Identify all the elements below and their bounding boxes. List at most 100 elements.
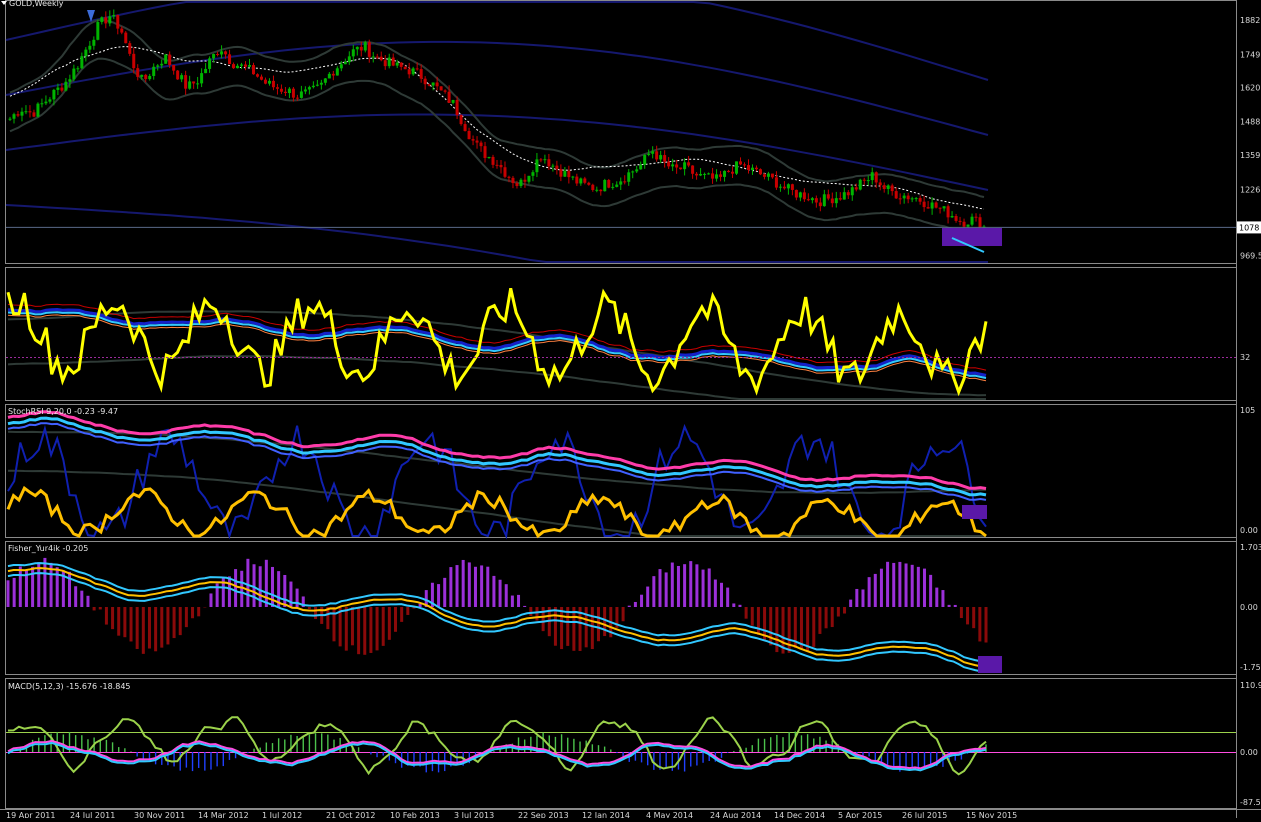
candle-body xyxy=(707,173,710,174)
orange-line xyxy=(8,488,986,536)
main-price-panel[interactable] xyxy=(1,1,1236,262)
histogram-bar xyxy=(529,607,532,616)
stochrsi-panel[interactable] xyxy=(8,412,987,536)
candle-body xyxy=(647,154,650,155)
candle-body xyxy=(120,29,123,33)
macd-histogram-bar xyxy=(223,752,224,766)
candle-body xyxy=(300,91,303,97)
price-tick-label: 969.5 xyxy=(1240,251,1261,260)
histogram-bar xyxy=(148,607,151,649)
macd-histogram-bar xyxy=(782,737,783,752)
candle-body xyxy=(188,81,191,88)
candle-body xyxy=(559,169,562,177)
candle-body xyxy=(452,100,455,103)
candle-body xyxy=(436,82,439,86)
candle-body xyxy=(927,207,930,208)
histogram-bar xyxy=(99,607,102,609)
chart-svg[interactable]: 188217491620148813591226969.51078321050.… xyxy=(0,0,1261,818)
candle-body xyxy=(64,82,67,91)
candle-body xyxy=(771,174,774,178)
candle-body xyxy=(184,75,187,89)
histogram-bar xyxy=(74,586,77,607)
macd-panel[interactable] xyxy=(6,717,1236,774)
candle-body xyxy=(503,167,506,177)
candle-body xyxy=(699,174,702,175)
price-tick-label: 1226 xyxy=(1240,185,1260,194)
candle-body xyxy=(152,67,155,76)
fisher-panel[interactable] xyxy=(7,558,1003,673)
bollinger-band-line xyxy=(10,20,984,197)
candle-body xyxy=(60,88,63,91)
candle-body xyxy=(344,62,347,64)
candle-body xyxy=(368,42,371,57)
candle-body xyxy=(735,161,738,173)
macd-histogram-bar xyxy=(672,752,673,771)
candle-body xyxy=(779,187,782,188)
time-tick-label: 22 Sep 2013 xyxy=(518,811,569,818)
candle-body xyxy=(723,171,726,177)
candle-body xyxy=(959,221,962,222)
candle-body xyxy=(567,171,570,177)
candle-body xyxy=(280,89,283,92)
candle-body xyxy=(531,172,534,176)
candle-body xyxy=(348,56,351,62)
candle-body xyxy=(408,69,411,74)
histogram-bar xyxy=(535,607,538,621)
candle-body xyxy=(460,115,463,124)
candle-body xyxy=(543,159,546,160)
candle-body xyxy=(496,165,499,166)
candle-body xyxy=(871,172,874,180)
candle-body xyxy=(224,51,227,54)
histogram-bar xyxy=(923,569,926,607)
histogram-bar xyxy=(892,563,895,607)
candle-body xyxy=(356,47,359,49)
candle-body xyxy=(975,217,978,218)
candle-body xyxy=(148,76,151,79)
oscillator-panel[interactable] xyxy=(6,288,1236,399)
candle-body xyxy=(823,194,826,206)
candle-body xyxy=(484,146,487,158)
histogram-bar xyxy=(456,565,459,607)
candle-body xyxy=(799,192,802,197)
candle-body xyxy=(364,42,367,50)
candle-body xyxy=(52,90,55,99)
candle-body xyxy=(48,99,51,101)
histogram-bar xyxy=(179,607,182,635)
histogram-bar xyxy=(357,607,360,654)
candle-body xyxy=(116,15,119,29)
histogram-bar xyxy=(702,570,705,607)
histogram-bar xyxy=(954,605,957,607)
histogram-bar xyxy=(941,590,944,607)
macd-histogram-bar xyxy=(87,739,88,752)
macd-histogram-bar xyxy=(745,748,746,752)
panel-frames xyxy=(0,0,1261,818)
candle-body xyxy=(891,185,894,191)
candle-body xyxy=(883,185,886,189)
histogram-bar xyxy=(874,574,877,607)
histogram-bar xyxy=(228,576,231,607)
candle-body xyxy=(935,202,938,207)
candle-body xyxy=(539,159,542,160)
candle-body xyxy=(595,190,598,191)
histogram-bar xyxy=(56,567,59,607)
histogram-bar xyxy=(659,569,662,607)
macd-histogram-bar xyxy=(493,751,494,752)
time-tick-label: 24 Aug 2014 xyxy=(710,811,761,818)
candle-body xyxy=(400,63,403,67)
candle-body xyxy=(420,69,423,79)
candle-body xyxy=(104,17,107,23)
time-tick-label: 10 Feb 2013 xyxy=(390,811,440,818)
histogram-bar xyxy=(105,607,108,625)
histogram-bar xyxy=(898,562,901,607)
macd-histogram-bar xyxy=(284,739,285,752)
histogram-bar xyxy=(738,605,741,607)
candle-body xyxy=(811,198,814,200)
histogram-bar xyxy=(517,595,520,607)
candle-body xyxy=(216,54,219,55)
macd-histogram-bar xyxy=(764,739,765,752)
candle-body xyxy=(16,114,19,115)
histogram-bar xyxy=(191,607,194,618)
histogram-bar xyxy=(972,607,975,628)
macd-histogram-bar xyxy=(296,736,297,752)
histogram-bar xyxy=(369,607,372,653)
